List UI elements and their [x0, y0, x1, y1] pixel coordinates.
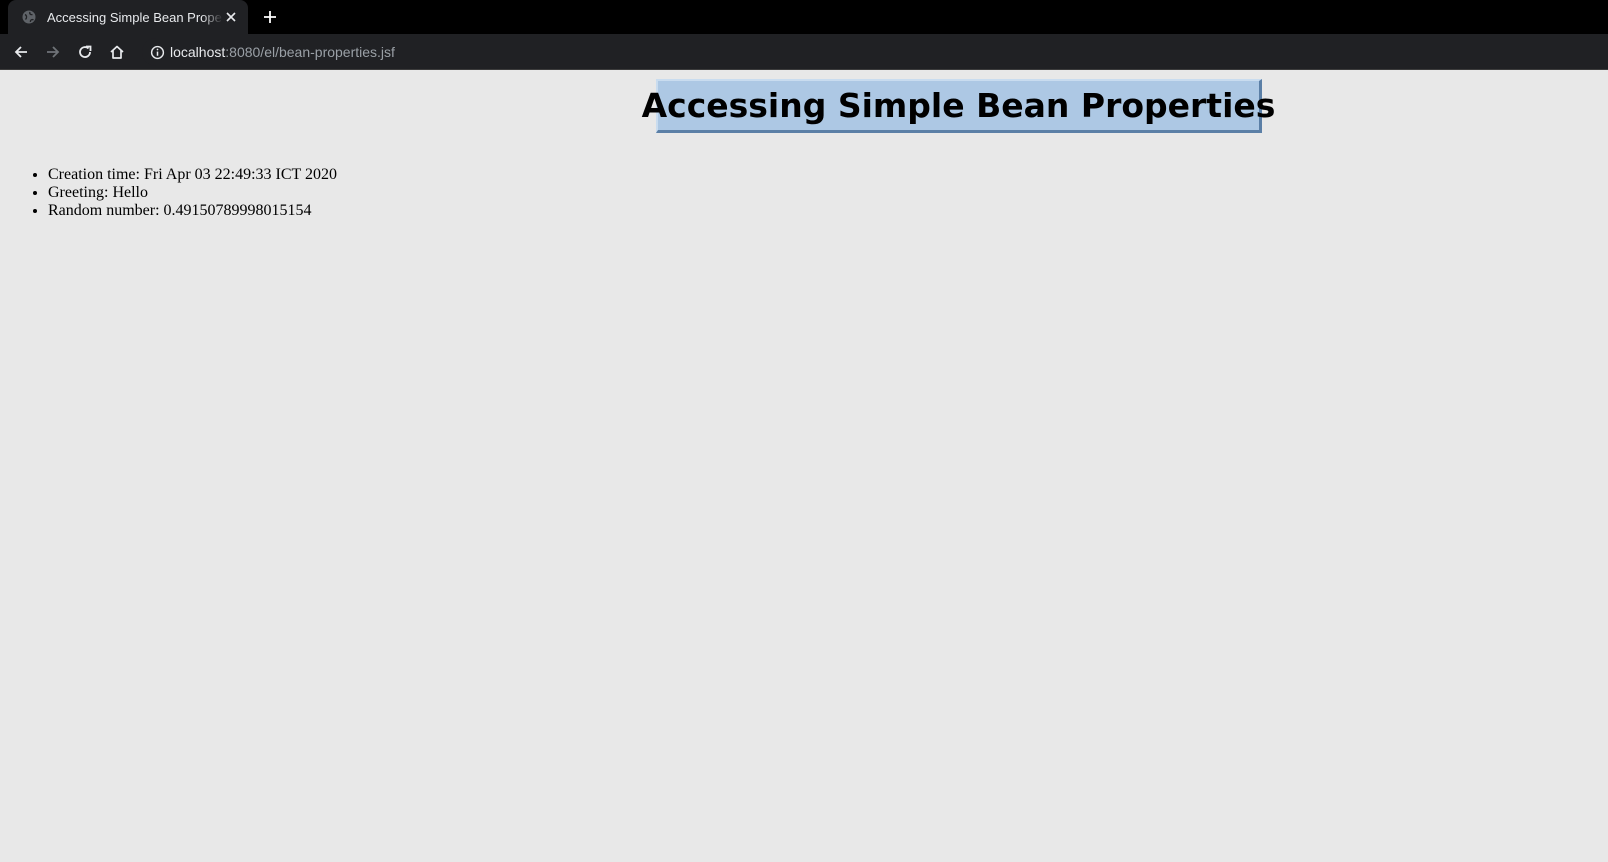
browser-tab[interactable]: Accessing Simple Bean Properties: [8, 0, 248, 34]
property-value: 0.49150789998015154: [163, 202, 312, 219]
property-label: Creation time: [48, 166, 136, 183]
address-bar[interactable]: localhost:8080/el/bean-properties.jsf: [142, 38, 1608, 66]
home-button[interactable]: [105, 40, 129, 64]
info-icon[interactable]: [149, 44, 165, 60]
property-label: Greeting: [48, 184, 104, 201]
list-item-random-number: Random number: 0.49150789998015154: [48, 202, 337, 220]
home-icon: [109, 44, 125, 60]
property-value: Hello: [112, 184, 148, 201]
url-path: :8080/el/bean-properties.jsf: [225, 44, 395, 60]
page-viewport: Accessing Simple Bean Properties Creatio…: [0, 70, 1608, 862]
tab-title: Accessing Simple Bean Properties: [47, 9, 223, 25]
new-tab-button[interactable]: [260, 7, 280, 27]
close-icon[interactable]: [223, 9, 239, 25]
list-item-greeting: Greeting: Hello: [48, 184, 337, 202]
reload-button[interactable]: [73, 40, 97, 64]
page-title: Accessing Simple Bean Properties: [641, 86, 1276, 125]
url-host: localhost: [170, 44, 226, 60]
property-value: Fri Apr 03 22:49:33 ICT 2020: [143, 166, 338, 183]
address-url[interactable]: localhost:8080/el/bean-properties.jsf: [170, 44, 395, 60]
tab-strip: Accessing Simple Bean Properties: [0, 0, 1608, 34]
reload-icon: [77, 44, 93, 60]
globe-icon: [21, 9, 37, 25]
page-title-box: Accessing Simple Bean Properties: [642, 79, 1275, 133]
back-arrow-icon: [13, 44, 29, 60]
forward-button[interactable]: [41, 40, 65, 64]
list-item-creation-time: Creation time: Fri Apr 03 22:49:33 ICT 2…: [48, 166, 337, 184]
bean-properties-list: Creation time: Fri Apr 03 22:49:33 ICT 2…: [8, 166, 337, 220]
property-label: Random number: [48, 202, 156, 219]
plus-icon: [263, 10, 277, 24]
browser-toolbar: localhost:8080/el/bean-properties.jsf: [0, 34, 1608, 70]
back-button[interactable]: [9, 40, 33, 64]
forward-arrow-icon: [45, 44, 61, 60]
